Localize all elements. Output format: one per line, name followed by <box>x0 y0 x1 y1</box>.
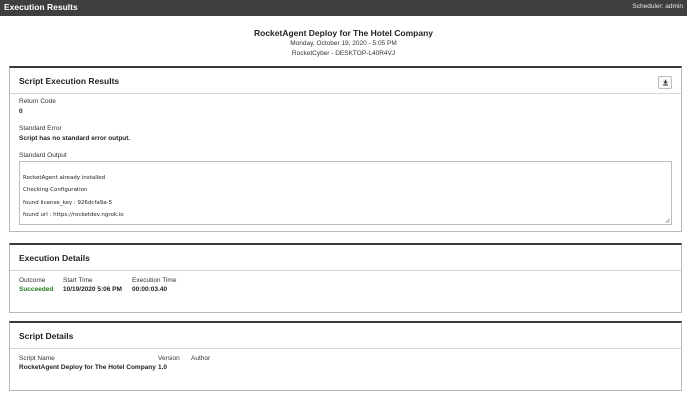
script-execution-results-panel: Script Execution Results Return Code 0 S… <box>9 66 682 232</box>
report-date: Monday, October 19, 2020 - 5:05 PM <box>290 40 397 47</box>
scheduler-user[interactable]: Scheduler: admin <box>632 3 683 10</box>
stderr-label: Standard Error <box>19 125 62 132</box>
start-time-value: 10/19/2020 5:06 PM <box>63 286 122 293</box>
return-code-label: Return Code <box>19 98 56 105</box>
author-label: Author <box>191 355 211 362</box>
download-icon <box>662 79 668 86</box>
version-value: 1.0 <box>158 364 168 371</box>
stderr-value: Script has no standard error output. <box>19 135 131 142</box>
resize-grip-icon[interactable] <box>665 218 670 223</box>
report-header: RocketAgent Deploy for The Hotel Company… <box>0 28 687 59</box>
stdout-label: Standard Output <box>19 152 67 159</box>
stdout-textarea[interactable]: RocketAgent already installed Checking C… <box>19 161 672 225</box>
panel-header: Script Details <box>10 323 681 349</box>
window-title: Execution Results <box>4 2 78 12</box>
script-name-label: Script Name <box>19 355 55 362</box>
top-bar: Execution Results Scheduler: admin <box>0 0 687 16</box>
outcome-label: Outcome <box>19 277 46 284</box>
version-label: Version <box>158 355 180 362</box>
stdout-line: RocketAgent already installed <box>23 175 106 181</box>
script-details-panel: Script Details Script Name RocketAgent D… <box>9 321 682 391</box>
script-name-value: RocketAgent Deploy for The Hotel Company <box>19 364 156 371</box>
stdout-line: found url : https://rocketdev.ngrok.io <box>23 211 124 218</box>
execution-time-value: 00:00:03.40 <box>132 286 168 293</box>
start-time-label: Start Time <box>63 277 93 284</box>
execution-time-label: Execution Time <box>132 277 177 284</box>
panel-title: Script Details <box>19 331 74 341</box>
report-title: RocketAgent Deploy for The Hotel Company <box>254 28 433 38</box>
report-device: RocketCyber - DESKTOP-L40R4VJ <box>291 50 396 57</box>
execution-details-panel: Execution Details Outcome Succeeded Star… <box>9 243 682 313</box>
panel-header: Script Execution Results <box>10 68 681 94</box>
panel-title: Execution Details <box>19 253 90 263</box>
return-code-value: 0 <box>19 108 23 115</box>
outcome-value: Succeeded <box>19 286 54 293</box>
download-button[interactable] <box>658 76 672 89</box>
panel-title: Script Execution Results <box>19 76 120 86</box>
panel-header: Execution Details <box>10 245 681 271</box>
stdout-line: found license_key : 926dcfa9a-5 <box>23 199 113 206</box>
stdout-line: Checking Configuration <box>23 187 88 194</box>
